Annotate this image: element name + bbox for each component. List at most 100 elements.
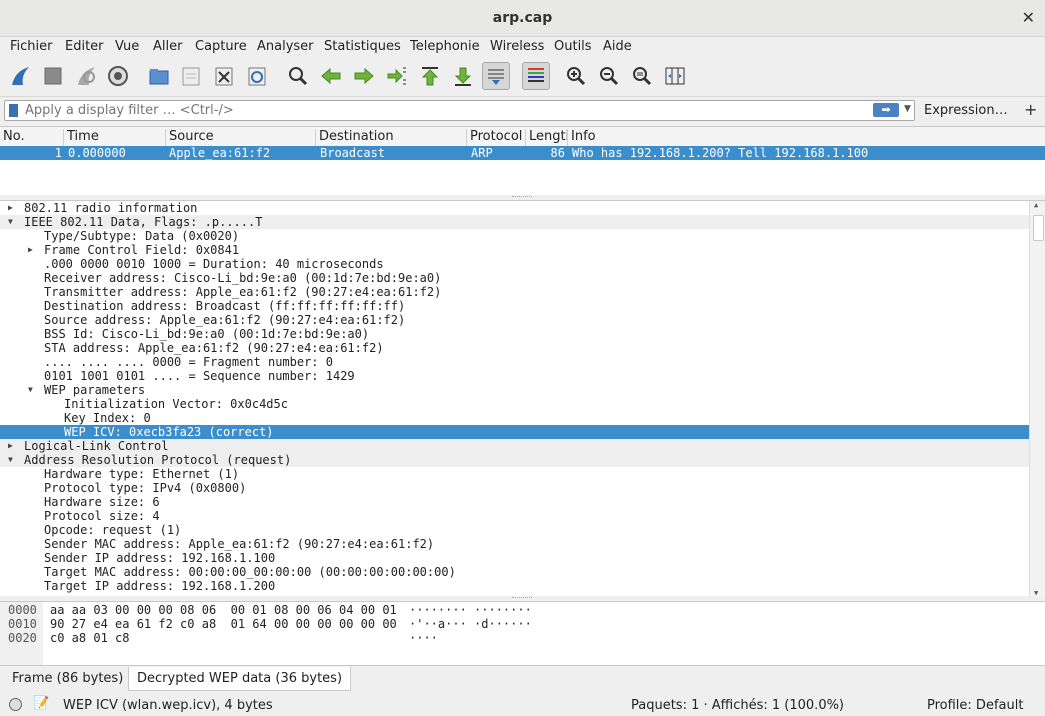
menu-telephonie[interactable]: Telephonie <box>410 39 480 54</box>
tree-item[interactable]: Source address: Apple_ea:61:f2 (90:27:e4… <box>0 313 1030 327</box>
menu-aller[interactable]: Aller <box>153 39 182 54</box>
tree-item[interactable]: Receiver address: Cisco-Li_bd:9e:a0 (00:… <box>0 271 1030 285</box>
tree-item[interactable]: ▼ WEP parameters <box>0 383 1030 397</box>
tree-item[interactable]: Opcode: request (1) <box>0 523 1030 537</box>
tree-item[interactable]: WEP ICV: 0xecb3fa23 (correct) <box>0 425 1030 439</box>
cell-source: Apple_ea:61:f2 <box>169 146 271 160</box>
tree-item[interactable]: STA address: Apple_ea:61:f2 (90:27:e4:ea… <box>0 341 1030 355</box>
tree-item[interactable]: Hardware type: Ethernet (1) <box>0 467 1030 481</box>
details-scrollbar[interactable]: ▲ ▼ <box>1029 201 1045 597</box>
tree-item[interactable]: ▶ Frame Control Field: 0x0841 <box>0 243 1030 257</box>
tree-item[interactable]: Hardware size: 6 <box>0 495 1030 509</box>
hex-bytes[interactable]: 90 27 e4 ea 61 f2 c0 a8 01 64 00 00 00 0… <box>50 617 397 631</box>
hex-bytes[interactable]: c0 a8 01 c8 <box>50 631 129 645</box>
open-file-icon[interactable] <box>145 62 173 90</box>
collapsed-arrow-icon[interactable]: ▶ <box>8 439 13 453</box>
go-first-icon[interactable] <box>416 62 444 90</box>
go-last-icon[interactable] <box>449 62 477 90</box>
tree-item[interactable]: ▶ Logical-Link Control <box>0 439 1030 453</box>
zoom-normal-icon[interactable] <box>628 62 656 90</box>
expert-info-icon[interactable] <box>9 698 22 711</box>
tree-item[interactable]: Target MAC address: 00:00:00_00:00:00 (0… <box>0 565 1030 579</box>
tree-item[interactable]: .... .... .... 0000 = Fragment number: 0 <box>0 355 1030 369</box>
menu-editer[interactable]: Editer <box>65 39 104 54</box>
zoom-out-icon[interactable] <box>595 62 623 90</box>
menu-aide[interactable]: Aide <box>603 39 632 54</box>
tree-item[interactable]: Target IP address: 192.168.1.200 <box>0 579 1030 593</box>
tree-item[interactable]: Protocol size: 4 <box>0 509 1030 523</box>
tree-item-label: Source address: Apple_ea:61:f2 (90:27:e4… <box>44 313 406 327</box>
bookmark-icon[interactable] <box>9 104 18 117</box>
column-time[interactable]: Time <box>64 129 166 146</box>
go-forward-icon[interactable] <box>350 62 378 90</box>
menu-analyser[interactable]: Analyser <box>257 39 314 54</box>
column-length[interactable]: Length <box>526 129 568 146</box>
status-profile[interactable]: Profile: Default <box>927 698 1023 713</box>
edit-comment-icon[interactable]: 📝 <box>33 696 49 711</box>
restart-capture-icon[interactable] <box>72 62 100 90</box>
cell-protocol: ARP <box>471 146 493 160</box>
tree-item[interactable]: ▼ Address Resolution Protocol (request) <box>0 453 1030 467</box>
column-source[interactable]: Source <box>166 129 316 146</box>
display-filter-input[interactable] <box>25 102 865 118</box>
ascii-bytes[interactable]: ···· <box>409 631 438 645</box>
tree-item[interactable]: BSS Id: Cisco-Li_bd:9e:a0 (00:1d:7e:bd:9… <box>0 327 1030 341</box>
column-info[interactable]: Info <box>568 129 1045 146</box>
tree-item[interactable]: 0101 1001 0101 .... = Sequence number: 1… <box>0 369 1030 383</box>
tree-item-label: Address Resolution Protocol (request) <box>24 453 292 467</box>
menu-vue[interactable]: Vue <box>115 39 139 54</box>
tree-item[interactable]: Sender MAC address: Apple_ea:61:f2 (90:2… <box>0 537 1030 551</box>
scrollbar-thumb[interactable] <box>1033 215 1044 241</box>
autoscroll-icon[interactable] <box>482 62 510 90</box>
go-back-icon[interactable] <box>317 62 345 90</box>
resize-columns-icon[interactable] <box>661 62 689 90</box>
expanded-arrow-icon[interactable]: ▼ <box>28 383 33 397</box>
menu-fichier[interactable]: Fichier <box>10 39 53 54</box>
close-file-icon[interactable] <box>210 62 238 90</box>
chevron-down-icon[interactable]: ▼ <box>904 104 911 114</box>
menu-outils[interactable]: Outils <box>554 39 592 54</box>
add-filter-button[interactable]: + <box>1024 100 1037 119</box>
colorize-icon[interactable] <box>522 62 550 90</box>
tree-item[interactable]: Destination address: Broadcast (ff:ff:ff… <box>0 299 1030 313</box>
tree-item[interactable]: Protocol type: IPv4 (0x0800) <box>0 481 1030 495</box>
tree-item[interactable]: ▶ 802.11 radio information <box>0 201 1030 215</box>
reload-file-icon[interactable] <box>243 62 271 90</box>
tree-item[interactable]: ▼ IEEE 802.11 Data, Flags: .p.....T <box>0 215 1030 229</box>
table-row[interactable]: 1 0.000000 Apple_ea:61:f2 Broadcast ARP … <box>0 146 1045 160</box>
expanded-arrow-icon[interactable]: ▼ <box>8 453 13 467</box>
scroll-up-icon[interactable]: ▲ <box>1034 201 1038 209</box>
tree-item[interactable]: Sender IP address: 192.168.1.100 <box>0 551 1030 565</box>
collapsed-arrow-icon[interactable]: ▶ <box>8 201 13 215</box>
stop-capture-icon[interactable] <box>39 62 67 90</box>
tree-item-label: Target MAC address: 00:00:00_00:00:00 (0… <box>44 565 456 579</box>
menu-statistiques[interactable]: Statistiques <box>324 39 401 54</box>
column-destination[interactable]: Destination <box>316 129 467 146</box>
hex-bytes[interactable]: aa aa 03 00 00 00 08 06 00 01 08 00 06 0… <box>50 603 397 617</box>
expression-button[interactable]: Expression… <box>924 103 1008 118</box>
tree-item[interactable]: .000 0000 0010 1000 = Duration: 40 micro… <box>0 257 1030 271</box>
save-file-icon[interactable] <box>177 62 205 90</box>
collapsed-arrow-icon[interactable]: ▶ <box>28 243 33 257</box>
find-packet-icon[interactable] <box>284 62 312 90</box>
column-no[interactable]: No. <box>0 129 64 146</box>
zoom-in-icon[interactable] <box>562 62 590 90</box>
apply-filter-arrow-icon[interactable]: ➡ <box>873 103 899 117</box>
tree-item[interactable]: Transmitter address: Apple_ea:61:f2 (90:… <box>0 285 1030 299</box>
go-to-packet-icon[interactable] <box>383 62 411 90</box>
capture-options-icon[interactable] <box>104 62 132 90</box>
close-window-button[interactable]: ✕ <box>1022 8 1035 27</box>
tree-item-label: Target IP address: 192.168.1.200 <box>44 579 276 593</box>
tree-item[interactable]: Key Index: 0 <box>0 411 1030 425</box>
column-protocol[interactable]: Protocol <box>467 129 526 146</box>
expanded-arrow-icon[interactable]: ▼ <box>8 215 13 229</box>
shark-fin-start-icon[interactable] <box>6 62 34 90</box>
tree-item[interactable]: Type/Subtype: Data (0x0020) <box>0 229 1030 243</box>
menu-wireless[interactable]: Wireless <box>490 39 544 54</box>
tab-frame-bytes[interactable]: Frame (86 bytes) <box>4 667 131 691</box>
tab-decrypted-wep-data[interactable]: Decrypted WEP data (36 bytes) <box>128 667 352 691</box>
tree-item[interactable]: Initialization Vector: 0x0c4d5c <box>0 397 1030 411</box>
ascii-bytes[interactable]: ········ ········ <box>409 603 532 617</box>
ascii-bytes[interactable]: ·'··a··· ·d······ <box>409 617 532 631</box>
menu-capture[interactable]: Capture <box>195 39 247 54</box>
